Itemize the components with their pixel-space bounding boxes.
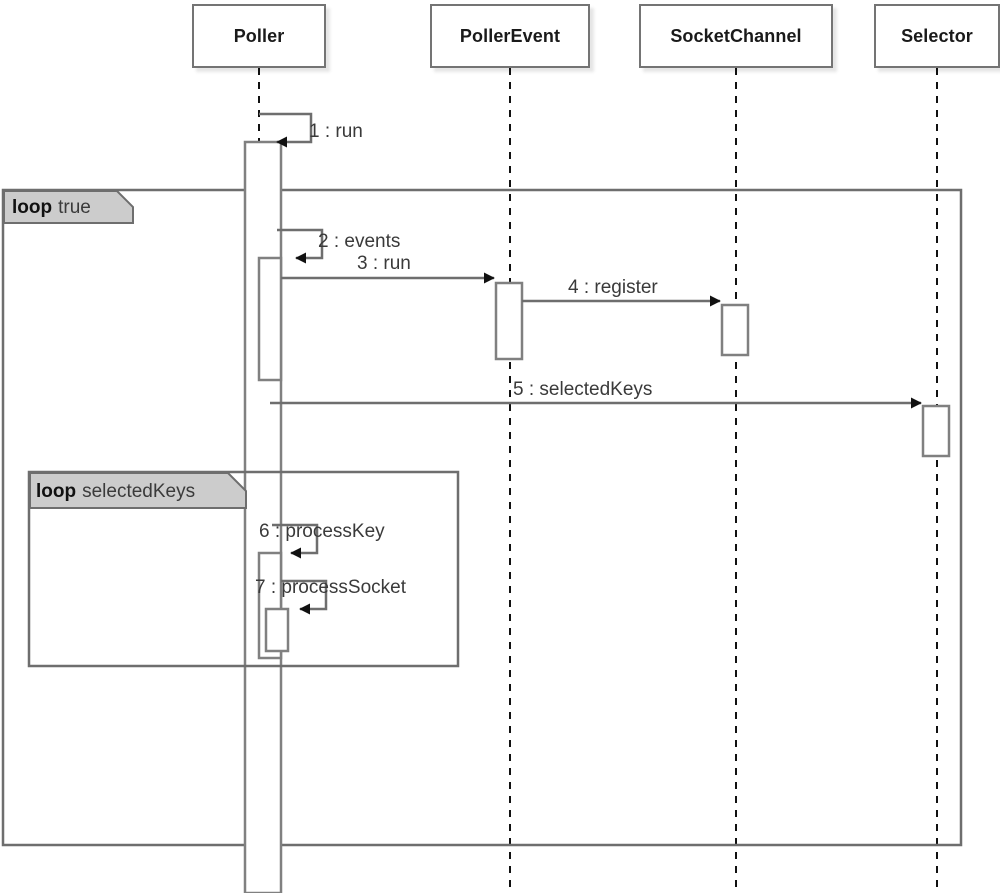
fragment-label-loop-selectedkeys: loop selectedKeys (36, 481, 195, 501)
message-label-1: 1 : run (309, 121, 363, 142)
fragment-condition-loop-true: true (58, 196, 91, 218)
message-label-3: 3 : run (357, 253, 411, 274)
lifeline-label-pollerevent: PollerEvent (459, 25, 561, 46)
message-2-events[interactable] (277, 228, 324, 264)
message-1-run[interactable] (259, 112, 313, 148)
lifeline-label-poller: Poller (233, 25, 285, 46)
activation-poller-main (243, 140, 283, 893)
lifeline-head-socketchannel[interactable]: SocketChannel (639, 4, 833, 68)
message-label-6: 6 : processKey (259, 521, 385, 542)
activation-selector (921, 404, 951, 458)
message-label-4: 4 : register (568, 277, 658, 298)
diagram-vector-layer (1, 68, 963, 893)
message-label-5: 5 : selectedKeys (513, 379, 653, 400)
activation-pollerevent (494, 281, 524, 361)
lifeline-head-poller[interactable]: Poller (192, 4, 326, 68)
sequence-diagram-canvas: Poller PollerEvent SocketChannel Selecto… (0, 0, 1000, 893)
message-label-7: 7 : processSocket (255, 577, 407, 598)
activation-socketchannel (720, 303, 750, 357)
lifeline-head-selector[interactable]: Selector (874, 4, 1000, 68)
lifeline-label-socketchannel: SocketChannel (670, 25, 802, 46)
fragment-label-loop-true: loop true (12, 197, 91, 217)
fragment-kind-loop-true: loop (12, 196, 53, 218)
lifeline-lines (258, 68, 938, 893)
message-label-2: 2 : events (318, 231, 401, 252)
lifeline-label-selector: Selector (901, 25, 973, 46)
fragment-loop-true-frame (1, 188, 963, 847)
activation-poller-events (257, 256, 283, 382)
fragment-kind-loop-selectedkeys: loop (36, 480, 77, 502)
lifeline-head-pollerevent[interactable]: PollerEvent (430, 4, 590, 68)
fragment-condition-loop-selectedkeys: selectedKeys (82, 480, 196, 502)
activation-poller-processsocket (264, 607, 290, 653)
